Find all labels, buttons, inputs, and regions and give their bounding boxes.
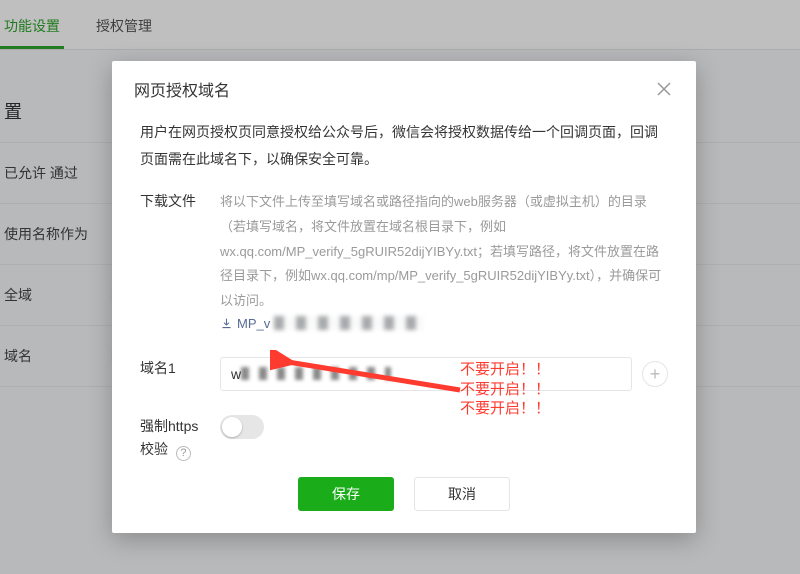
label-line: 强制https (140, 418, 198, 434)
field-label: 域名1 (140, 357, 220, 381)
download-hint: 将以下文件上传至填写域名或路径指向的web服务器（或虚拟主机）的目录（若填写域名… (220, 190, 668, 313)
redacted (274, 316, 424, 330)
cancel-button[interactable]: 取消 (414, 477, 510, 511)
save-button[interactable]: 保存 (298, 477, 394, 511)
field-download-file: 下载文件 将以下文件上传至填写域名或路径指向的web服务器（或虚拟主机）的目录（… (140, 190, 668, 332)
add-domain-button[interactable]: + (642, 361, 668, 387)
force-https-toggle[interactable] (220, 415, 264, 439)
field-label: 下载文件 (140, 190, 220, 214)
field-label: 强制https 校验 ? (140, 415, 220, 463)
modal-footer: 保存 取消 (112, 477, 696, 533)
add-icon: + (650, 365, 661, 383)
close-button[interactable] (654, 79, 674, 99)
download-icon (220, 317, 233, 330)
field-force-https: 强制https 校验 ? (140, 415, 668, 463)
modal-web-auth-domain: 网页授权域名 用户在网页授权页同意授权给公众号后，微信会将授权数据传给一个回调页… (112, 61, 696, 533)
download-link[interactable]: MP_v (220, 316, 424, 331)
toggle-knob (222, 417, 242, 437)
close-icon (654, 79, 674, 99)
domain-input[interactable]: w (220, 357, 632, 391)
field-domain-1: 域名1 w + (140, 357, 668, 391)
help-icon[interactable]: ? (176, 446, 191, 461)
domain-input-value: w (231, 366, 241, 382)
redacted (241, 367, 391, 380)
modal-title: 网页授权域名 (134, 77, 230, 101)
download-link-text: MP_v (237, 316, 270, 331)
modal-body: 用户在网页授权页同意授权给公众号后，微信会将授权数据传给一个回调页面，回调页面需… (112, 115, 696, 477)
intro-text: 用户在网页授权页同意授权给公众号后，微信会将授权数据传给一个回调页面，回调页面需… (140, 119, 668, 172)
modal-header: 网页授权域名 (112, 61, 696, 115)
label-line: 校验 (140, 441, 168, 457)
